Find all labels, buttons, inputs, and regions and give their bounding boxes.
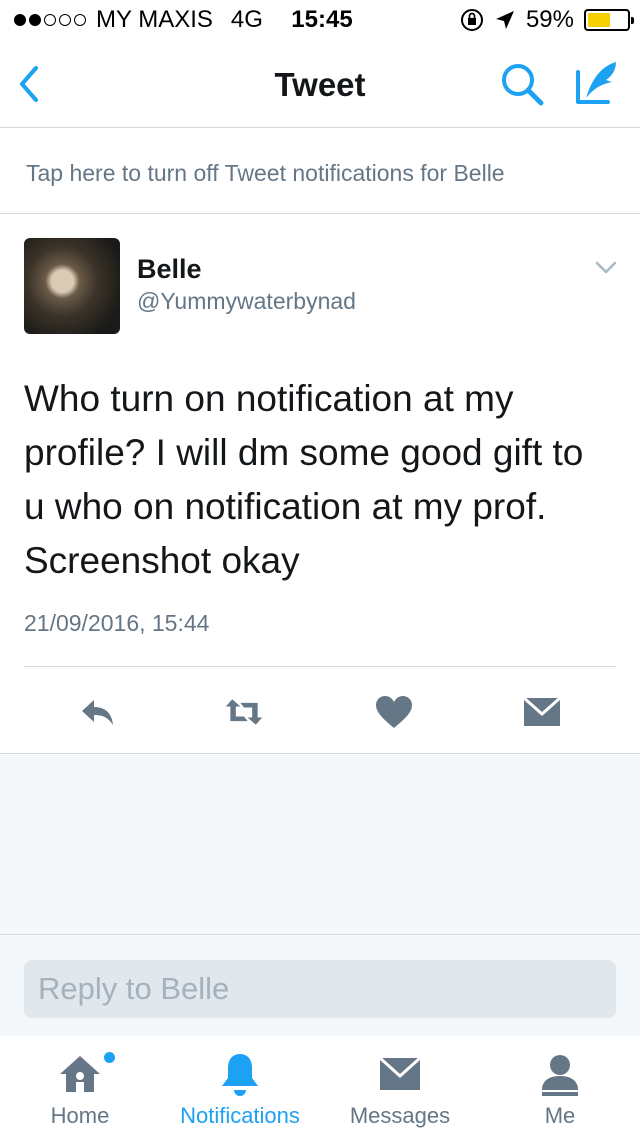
- tweet-detail: Belle @Yummywaterbynad Who turn on notif…: [0, 214, 640, 754]
- orientation-lock-icon: [460, 9, 483, 31]
- tab-bar: Home Notifications Messages Me: [0, 1036, 640, 1136]
- battery-percent: 59%: [525, 6, 574, 33]
- battery-icon: [584, 9, 634, 31]
- tweet-text: Who turn on notification at my profile? …: [24, 378, 584, 581]
- avatar[interactable]: [24, 238, 120, 334]
- reply-icon[interactable]: [78, 694, 118, 730]
- tab-messages[interactable]: Messages: [320, 1036, 480, 1136]
- compose-icon[interactable]: [572, 58, 622, 108]
- envelope-icon: [378, 1056, 422, 1090]
- tweet-timestamp: 21/09/2016, 15:44: [24, 610, 210, 636]
- tab-label: Messages: [349, 1103, 451, 1128]
- replies-area: [0, 755, 640, 935]
- reply-bar: [0, 936, 640, 1036]
- tab-label: Notifications: [180, 1103, 300, 1128]
- nav-bar: Tweet: [0, 40, 640, 128]
- tweet-actions: [0, 694, 640, 730]
- bell-icon: [222, 1054, 258, 1096]
- person-icon: [542, 1055, 578, 1096]
- chevron-down-icon[interactable]: [594, 260, 618, 276]
- unread-badge: [104, 1052, 115, 1063]
- home-icon: [60, 1056, 100, 1092]
- tab-notifications[interactable]: Notifications: [160, 1036, 320, 1136]
- turn-off-notifications-banner[interactable]: Tap here to turn off Tweet notifications…: [0, 128, 640, 214]
- divider: [24, 666, 616, 667]
- tab-label: Home: [50, 1103, 110, 1128]
- status-right: 59%: [460, 6, 634, 34]
- status-bar: MY MAXIS 4G 15:45 59%: [0, 0, 640, 40]
- tab-home[interactable]: Home: [0, 1036, 160, 1136]
- tab-label: Me: [544, 1103, 576, 1128]
- author-name[interactable]: Belle: [137, 254, 202, 285]
- like-icon[interactable]: [374, 694, 414, 730]
- tab-me[interactable]: Me: [480, 1036, 640, 1136]
- search-icon[interactable]: [498, 60, 546, 108]
- direct-message-icon[interactable]: [522, 694, 562, 730]
- reply-input[interactable]: [24, 960, 616, 1018]
- author-handle[interactable]: @Yummywaterbynad: [137, 288, 356, 315]
- location-arrow-icon: [495, 11, 514, 29]
- retweet-icon[interactable]: [224, 694, 264, 730]
